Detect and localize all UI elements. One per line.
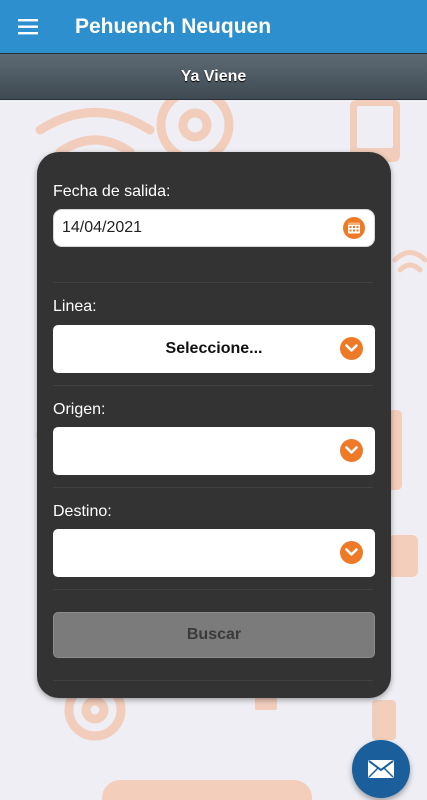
buscar-button[interactable]: Buscar xyxy=(53,612,375,658)
divider xyxy=(53,385,373,386)
fecha-value: 14/04/2021 xyxy=(62,219,143,236)
hamburger-icon xyxy=(18,18,38,34)
divider xyxy=(53,487,373,488)
fecha-label: Fecha de salida: xyxy=(53,183,171,200)
app-title: Pehuench Neuquen xyxy=(75,14,272,38)
section-header: Ya Viene xyxy=(0,53,427,100)
linea-label: Linea: xyxy=(53,298,97,315)
calendar-icon[interactable] xyxy=(343,217,365,239)
divider xyxy=(53,589,373,590)
section-title: Ya Viene xyxy=(180,67,247,85)
linea-select[interactable]: Seleccione... xyxy=(53,325,375,373)
divider xyxy=(53,680,373,681)
origen-select[interactable] xyxy=(53,427,375,475)
chevron-down-icon xyxy=(340,337,363,360)
chevron-down-icon xyxy=(340,541,363,564)
menu-button[interactable] xyxy=(0,0,58,53)
origen-label: Origen: xyxy=(53,401,106,418)
destino-select[interactable] xyxy=(53,529,375,577)
search-form-card: Fecha de salida: 14/04/2021 Linea: Selec… xyxy=(37,152,391,698)
destino-label: Destino: xyxy=(53,503,112,520)
contact-fab-button[interactable] xyxy=(352,740,410,798)
linea-selected-value: Seleccione... xyxy=(165,340,263,357)
app-bar: Pehuench Neuquen xyxy=(0,0,427,53)
fecha-date-input[interactable]: 14/04/2021 xyxy=(53,209,375,247)
chevron-down-icon xyxy=(340,439,363,462)
divider xyxy=(53,282,373,283)
mail-icon xyxy=(368,760,394,778)
